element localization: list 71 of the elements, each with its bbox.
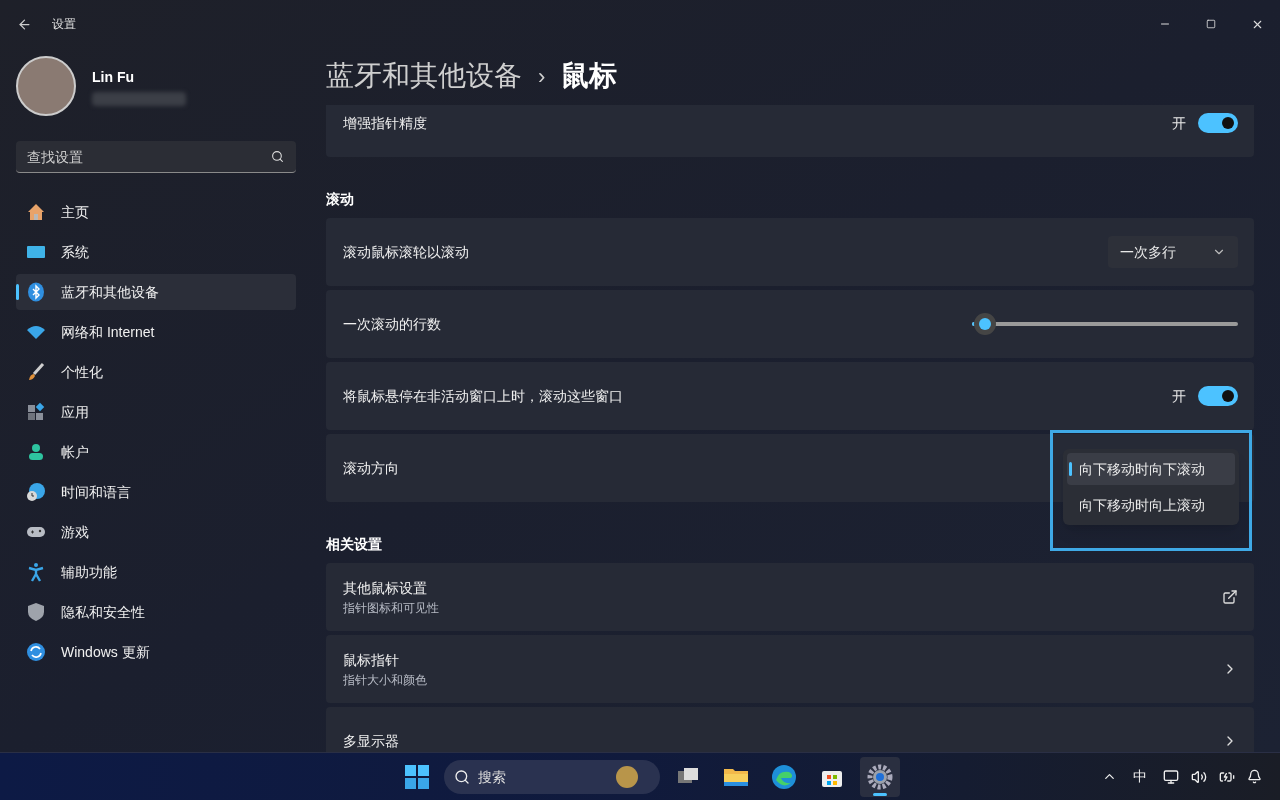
settings-card[interactable]: 多显示器 — [326, 707, 1254, 752]
nav-item[interactable]: 网络和 Internet — [16, 314, 296, 350]
gear-icon — [867, 763, 893, 790]
breadcrumb-separator: › — [538, 62, 546, 91]
setting-label: 鼠标指针 — [343, 650, 400, 670]
notification-icon[interactable] — [1247, 769, 1262, 784]
nav-item[interactable]: 主页 — [16, 194, 296, 230]
settings-card[interactable]: 增强指针精度 开 — [326, 105, 1254, 157]
browser-icon — [771, 763, 797, 790]
nav-item[interactable]: 系统 — [16, 234, 296, 270]
nav-item[interactable]: 应用 — [16, 394, 296, 430]
avatar — [16, 56, 76, 116]
search-field[interactable]: 查找设置 — [27, 141, 247, 172]
medal-icon — [616, 765, 638, 788]
slider[interactable] — [972, 313, 1238, 335]
setting-label: 其他鼠标设置 — [343, 578, 428, 598]
toggle-state-label: 开 — [1172, 386, 1186, 406]
nav-item[interactable]: 蓝牙和其他设备 — [16, 274, 296, 310]
volume-icon[interactable] — [1191, 768, 1207, 785]
search-box[interactable]: 查找设置 — [16, 141, 296, 173]
setting-label: 滚动鼠标滚轮以滚动 — [343, 242, 469, 262]
taskbar-search-box[interactable]: 搜索 — [444, 759, 660, 794]
external-link-icon — [1222, 589, 1238, 605]
brush-icon — [26, 362, 46, 382]
nav-item[interactable]: 游戏 — [16, 514, 296, 550]
setting-label: 多显示器 — [343, 731, 399, 751]
start-icon[interactable] — [404, 763, 430, 790]
settings-card[interactable]: 其他鼠标设置 指针图标和可见性 — [326, 563, 1254, 631]
back-icon[interactable] — [17, 16, 32, 32]
taskbar-app[interactable] — [860, 756, 900, 797]
settings-card[interactable]: 鼠标指针 指针大小和颜色 — [326, 635, 1254, 703]
house-icon — [26, 202, 46, 222]
dropdown[interactable]: 一次多行 — [1108, 236, 1238, 268]
taskbar-search-field[interactable]: 搜索 — [478, 759, 608, 794]
toggle-state-label: 开 — [1172, 113, 1186, 133]
toggle-switch[interactable] — [1198, 386, 1238, 406]
nav-item[interactable]: 帐户 — [16, 434, 296, 470]
refresh-icon — [26, 642, 46, 662]
accessibility-icon — [26, 562, 46, 582]
breadcrumb-parent[interactable]: 蓝牙和其他设备 — [326, 55, 522, 97]
setting-label: 将鼠标悬停在非活动窗口上时，滚动这些窗口 — [343, 386, 623, 406]
settings-card[interactable]: 滚动鼠标滚轮以滚动 一次多行 — [326, 218, 1254, 286]
nav-item[interactable]: Windows 更新 — [16, 634, 296, 670]
menu-option[interactable]: 向下移动时向下滚动 — [1067, 453, 1235, 485]
search-icon — [454, 768, 470, 785]
window-title: 设置 — [52, 16, 76, 33]
user-name: Lin Fu — [92, 67, 135, 87]
shield-icon — [26, 602, 46, 622]
nav-item[interactable]: 隐私和安全性 — [16, 594, 296, 630]
nav-item[interactable]: 时间和语言 — [16, 474, 296, 510]
search-icon — [271, 150, 284, 163]
settings-card[interactable]: 一次滚动的行数 — [326, 290, 1254, 358]
person-icon — [26, 442, 46, 462]
section-heading: 滚动 — [326, 190, 355, 209]
apps-icon — [26, 402, 46, 422]
bluetooth-icon — [26, 282, 46, 302]
settings-card[interactable]: 将鼠标悬停在非活动窗口上时，滚动这些窗口 开 — [326, 362, 1254, 430]
ime-indicator[interactable]: 中 — [1133, 766, 1147, 787]
setting-label: 滚动方向 — [343, 458, 399, 478]
nav-item[interactable]: 辅助功能 — [16, 554, 296, 590]
page-title: 鼠标 — [561, 59, 618, 93]
setting-label: 增强指针精度 — [343, 113, 427, 133]
globe-clock-icon — [26, 482, 46, 502]
setting-description: 指针大小和颜色 — [343, 671, 427, 689]
setting-label: 一次滚动的行数 — [343, 314, 441, 334]
setting-description: 指针图标和可见性 — [343, 599, 439, 617]
section-heading: 相关设置 — [326, 535, 383, 554]
toggle-switch[interactable] — [1198, 113, 1238, 133]
network-icon[interactable] — [1163, 768, 1179, 785]
nav-item[interactable]: 个性化 — [16, 354, 296, 390]
maximize-icon[interactable] — [1206, 19, 1216, 29]
